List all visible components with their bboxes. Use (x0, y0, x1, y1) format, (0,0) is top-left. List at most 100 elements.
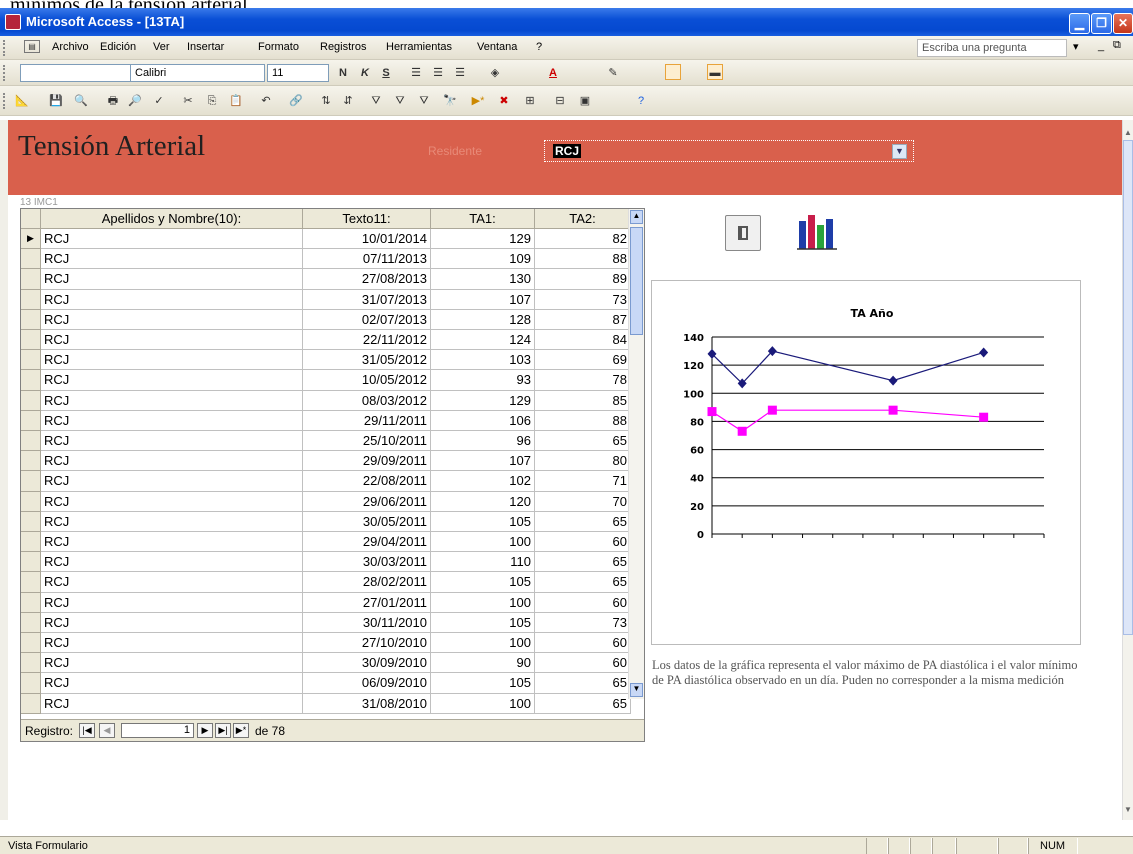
table-cell[interactable]: 65 (535, 673, 631, 694)
table-row[interactable]: RCJ 27/08/2013 130 89 (21, 269, 631, 290)
sort-ascending-icon[interactable]: ⇅ (318, 93, 334, 109)
table-row[interactable]: RCJ 30/03/2011 110 65 (21, 552, 631, 573)
table-cell[interactable]: 70 (535, 491, 631, 512)
table-cell[interactable]: RCJ (41, 491, 303, 512)
table-cell[interactable]: 102 (431, 471, 535, 492)
table-cell[interactable]: 80 (535, 451, 631, 472)
table-cell[interactable]: 27/01/2011 (303, 592, 431, 613)
record-selector[interactable] (21, 592, 41, 613)
table-row[interactable]: RCJ 29/11/2011 106 88 (21, 410, 631, 431)
record-selector[interactable] (21, 249, 41, 270)
table-row[interactable]: RCJ 30/05/2011 105 65 (21, 511, 631, 532)
table-cell[interactable]: 28/02/2011 (303, 572, 431, 593)
table-cell[interactable]: 129 (431, 390, 535, 411)
table-row[interactable]: RCJ 07/11/2013 109 88 (21, 249, 631, 270)
table-cell[interactable]: 105 (431, 673, 535, 694)
doc-minimize-button[interactable]: _ (1098, 40, 1104, 52)
table-cell[interactable]: 85 (535, 390, 631, 411)
table-cell[interactable]: 128 (431, 309, 535, 330)
table-cell[interactable]: RCJ (41, 673, 303, 694)
properties-icon[interactable]: ⊞ (522, 93, 538, 109)
table-cell[interactable]: RCJ (41, 693, 303, 714)
table-row[interactable]: RCJ 30/09/2010 90 60 (21, 653, 631, 674)
record-selector[interactable] (21, 653, 41, 674)
table-cell[interactable]: 124 (431, 330, 535, 351)
table-cell[interactable]: 30/09/2010 (303, 653, 431, 674)
new-record-icon[interactable]: ▶* (470, 93, 486, 109)
italic-button[interactable]: K (357, 65, 373, 81)
table-cell[interactable]: RCJ (41, 592, 303, 613)
help-icon[interactable]: ? (633, 93, 649, 109)
table-cell[interactable]: 87 (535, 309, 631, 330)
table-row[interactable]: RCJ 31/07/2013 107 73 (21, 289, 631, 310)
exit-button[interactable] (725, 215, 761, 251)
find-icon[interactable]: 🔭 (442, 93, 458, 109)
table-cell[interactable]: 30/05/2011 (303, 511, 431, 532)
underline-button[interactable]: S (378, 65, 394, 81)
table-row[interactable]: RCJ 29/09/2011 107 80 (21, 451, 631, 472)
menu-herramientas[interactable]: Herramientas (386, 41, 452, 53)
table-cell[interactable]: 60 (535, 532, 631, 553)
table-row[interactable]: ▶ RCJ 10/01/2014 129 82 (21, 229, 631, 250)
copy-icon[interactable]: ⎘ (204, 93, 220, 109)
table-row[interactable]: RCJ 08/03/2012 129 85 (21, 390, 631, 411)
table-row[interactable]: RCJ 02/07/2013 128 87 (21, 309, 631, 330)
table-row[interactable]: RCJ 27/01/2011 100 60 (21, 592, 631, 613)
table-cell[interactable]: 10/05/2012 (303, 370, 431, 391)
record-selector[interactable] (21, 673, 41, 694)
table-cell[interactable]: RCJ (41, 612, 303, 633)
table-cell[interactable]: 65 (535, 431, 631, 452)
table-cell[interactable]: 84 (535, 330, 631, 351)
table-cell[interactable]: 89 (535, 269, 631, 290)
table-row[interactable]: RCJ 28/02/2011 105 65 (21, 572, 631, 593)
table-cell[interactable]: RCJ (41, 289, 303, 310)
sort-descending-icon[interactable]: ⇵ (340, 93, 356, 109)
table-cell[interactable]: 30/03/2011 (303, 552, 431, 573)
column-header[interactable]: TA2: (535, 209, 631, 229)
table-row[interactable]: RCJ 29/06/2011 120 70 (21, 491, 631, 512)
table-cell[interactable]: 100 (431, 693, 535, 714)
table-cell[interactable]: RCJ (41, 269, 303, 290)
menu-edicion[interactable]: Edición (100, 41, 136, 53)
table-cell[interactable]: 88 (535, 410, 631, 431)
record-selector[interactable] (21, 309, 41, 330)
table-cell[interactable]: RCJ (41, 249, 303, 270)
table-cell[interactable]: 22/08/2011 (303, 471, 431, 492)
align-left-icon[interactable]: ☰ (408, 65, 424, 81)
table-row[interactable]: RCJ 10/05/2012 93 78 (21, 370, 631, 391)
record-selector[interactable] (21, 511, 41, 532)
table-cell[interactable]: 73 (535, 289, 631, 310)
header-selector[interactable] (21, 209, 41, 229)
menu-insertar[interactable]: Insertar (187, 41, 224, 53)
table-cell[interactable]: RCJ (41, 330, 303, 351)
table-cell[interactable]: 120 (431, 491, 535, 512)
font-size-select[interactable]: 11 (267, 64, 329, 82)
record-number-input[interactable]: 1 (121, 723, 194, 738)
apply-filter-icon[interactable]: ⛛ (416, 93, 432, 109)
table-cell[interactable]: 65 (535, 693, 631, 714)
table-cell[interactable]: 31/08/2010 (303, 693, 431, 714)
table-cell[interactable]: 130 (431, 269, 535, 290)
form-scroll-down[interactable]: ▼ (1124, 805, 1132, 814)
database-window-icon[interactable]: ⊟ (552, 93, 568, 109)
record-selector[interactable] (21, 532, 41, 553)
table-cell[interactable]: 06/09/2010 (303, 673, 431, 694)
hyperlink-icon[interactable]: 🔗 (288, 93, 304, 109)
table-cell[interactable]: 100 (431, 633, 535, 654)
table-cell[interactable]: 90 (431, 653, 535, 674)
last-record-button[interactable]: ▶| (215, 723, 231, 738)
table-cell[interactable]: RCJ (41, 532, 303, 553)
search-file-icon[interactable]: 🔍 (73, 93, 89, 109)
table-cell[interactable]: 29/04/2011 (303, 532, 431, 553)
table-cell[interactable]: 30/11/2010 (303, 612, 431, 633)
object-select[interactable] (20, 64, 140, 82)
form-doc-icon[interactable]: ▤ (24, 40, 40, 53)
record-selector[interactable] (21, 330, 41, 351)
table-cell[interactable]: 60 (535, 592, 631, 613)
table-row[interactable]: RCJ 22/11/2012 124 84 (21, 330, 631, 351)
table-cell[interactable]: 65 (535, 572, 631, 593)
table-cell[interactable]: 105 (431, 572, 535, 593)
view-icon[interactable]: 📐 (14, 93, 30, 109)
filter-form-icon[interactable]: ⛛ (392, 93, 408, 109)
menu-formato[interactable]: Formato (258, 41, 299, 53)
